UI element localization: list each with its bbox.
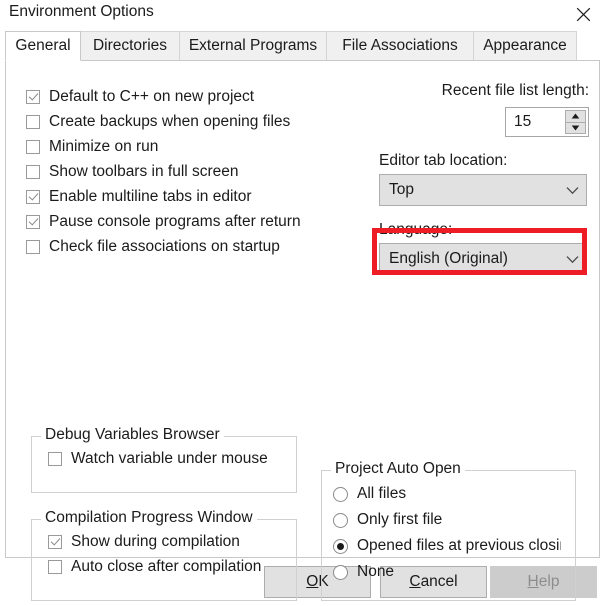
radio-label: Opened files at previous closing [357, 537, 561, 555]
compilation-progress-window-title: Compilation Progress Window [41, 510, 257, 526]
compilation-progress-window-group: Compilation Progress Window Show during … [31, 510, 297, 601]
tab-label: General [15, 37, 71, 54]
checkbox-label: Show during compilation [71, 532, 240, 550]
radio-label: Only first file [357, 511, 443, 529]
title-bar: Environment Options [0, 0, 605, 28]
editor-tab-location-label: Editor tab location: [379, 152, 508, 169]
editor-tab-location-value: Top [389, 181, 414, 198]
close-window-button[interactable] [561, 0, 605, 28]
radio-unselected-icon[interactable] [333, 564, 348, 580]
radio-label: All files [357, 485, 407, 503]
tab-external-programs[interactable]: External Programs [179, 31, 327, 61]
compilation-checkbox-0[interactable]: Show during compilation [48, 529, 261, 554]
checkbox-label: Pause console programs after return [49, 212, 301, 230]
general-checkbox-1[interactable]: Create backups when opening files [26, 109, 301, 134]
tab-appearance[interactable]: Appearance [473, 31, 577, 61]
checkbox-unchecked-icon[interactable] [26, 239, 40, 254]
ok-button-mnemonic: O [306, 573, 319, 590]
close-icon [576, 7, 591, 22]
general-checkbox-2[interactable]: Minimize on run [26, 134, 301, 159]
tab-label: Directories [92, 37, 168, 54]
checkbox-label: Enable multiline tabs in editor [49, 187, 252, 205]
recent-file-list-length-value[interactable]: 15 [506, 108, 565, 136]
stepper-buttons [565, 110, 586, 134]
stepper-up-button[interactable] [565, 110, 586, 123]
tab-label: Appearance [483, 37, 567, 54]
checkbox-unchecked-icon[interactable] [26, 164, 40, 179]
compilation-progress-window-options: Show during compilation Auto close after … [48, 529, 261, 579]
spinner-up-icon [571, 113, 580, 119]
project-auto-open-title: Project Auto Open [331, 461, 465, 477]
checkbox-unchecked-icon[interactable] [48, 451, 62, 466]
tab-label: File Associations [342, 37, 458, 54]
compilation-checkbox-1[interactable]: Auto close after compilation [48, 554, 261, 579]
project-auto-open-option-2[interactable]: Opened files at previous closing [333, 533, 561, 559]
stepper-down-button[interactable] [565, 122, 586, 134]
chevron-down-icon [558, 255, 586, 264]
general-options-checkbox-list: Default to C++ on new project Create back… [26, 84, 301, 259]
project-auto-open-group: Project Auto Open All files Only first fi… [321, 461, 576, 601]
window-title: Environment Options [9, 3, 154, 20]
checkbox-unchecked-icon[interactable] [48, 559, 62, 574]
debug-variables-browser-options: Watch variable under mouse [48, 446, 268, 471]
checkbox-label: Check file associations on startup [49, 237, 280, 255]
checkbox-label: Create backups when opening files [49, 112, 291, 130]
recent-file-list-length-label: Recent file list length: [441, 82, 589, 99]
tab-strip: General Directories External Programs File … [5, 31, 600, 61]
project-auto-open-option-1[interactable]: Only first file [333, 507, 561, 533]
project-auto-open-option-3[interactable]: None [333, 559, 561, 585]
general-checkbox-6[interactable]: Check file associations on startup [26, 234, 301, 259]
checkbox-label: Minimize on run [49, 137, 159, 155]
project-auto-open-options: All files Only first file Opened files at … [333, 481, 561, 585]
language-value: English (Original) [389, 250, 508, 267]
general-checkbox-3[interactable]: Show toolbars in full screen [26, 159, 301, 184]
language-label: Language: [379, 221, 453, 238]
checkbox-checked-icon[interactable] [26, 189, 40, 204]
radio-selected-icon[interactable] [333, 538, 348, 554]
debug-checkbox-0[interactable]: Watch variable under mouse [48, 446, 268, 471]
tab-general[interactable]: General [5, 31, 81, 61]
project-auto-open-option-0[interactable]: All files [333, 481, 561, 507]
radio-label: None [357, 563, 395, 581]
radio-unselected-icon[interactable] [333, 486, 348, 502]
checkbox-unchecked-icon[interactable] [26, 114, 40, 129]
tab-label: External Programs [188, 37, 318, 54]
radio-unselected-icon[interactable] [333, 512, 348, 528]
editor-tab-location-select[interactable]: Top [379, 174, 587, 206]
checkbox-unchecked-icon[interactable] [26, 139, 40, 154]
checkbox-label: Show toolbars in full screen [49, 162, 239, 180]
checkbox-label: Default to C++ on new project [49, 87, 255, 105]
checkbox-checked-icon[interactable] [26, 89, 40, 104]
checkbox-label: Auto close after compilation [71, 557, 262, 575]
checkbox-checked-icon[interactable] [26, 214, 40, 229]
debug-variables-browser-group: Debug Variables Browser Watch variable u… [31, 427, 297, 493]
tab-directories[interactable]: Directories [80, 31, 180, 61]
chevron-down-icon [558, 186, 586, 195]
tab-file-associations[interactable]: File Associations [326, 31, 474, 61]
general-checkbox-0[interactable]: Default to C++ on new project [26, 84, 301, 109]
tab-panel-general: Default to C++ on new project Create back… [5, 60, 600, 601]
checkbox-checked-icon[interactable] [48, 534, 62, 549]
general-checkbox-5[interactable]: Pause console programs after return [26, 209, 301, 234]
recent-file-list-length-stepper[interactable]: 15 [505, 107, 589, 137]
spinner-down-icon [571, 125, 580, 131]
debug-variables-browser-title: Debug Variables Browser [41, 427, 224, 443]
checkbox-label: Watch variable under mouse [71, 449, 268, 467]
language-select[interactable]: English (Original) [379, 243, 587, 275]
general-checkbox-4[interactable]: Enable multiline tabs in editor [26, 184, 301, 209]
